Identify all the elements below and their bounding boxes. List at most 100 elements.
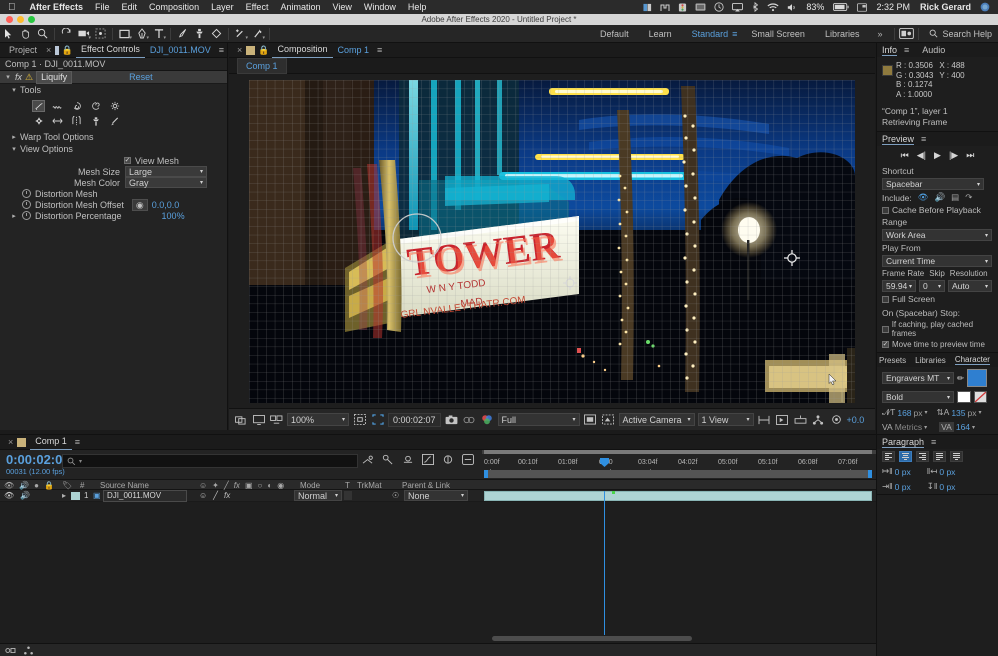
- tab-paragraph[interactable]: Paragraph: [882, 437, 925, 448]
- timeline-search-input[interactable]: ▾: [62, 454, 358, 468]
- user-name[interactable]: Rick Gerard: [920, 2, 971, 12]
- eyedropper-icon[interactable]: ✏: [957, 373, 964, 384]
- layer-fx-icon[interactable]: fx: [224, 491, 230, 500]
- effect-name[interactable]: Liquify: [36, 70, 73, 84]
- bloat-tool-icon[interactable]: [32, 115, 45, 127]
- pixel-aspect-icon[interactable]: [757, 412, 772, 427]
- twirl-counterclockwise-tool-icon[interactable]: [89, 100, 102, 112]
- kerning-chevron-down-icon[interactable]: ▾: [972, 424, 975, 431]
- twirl-clockwise-tool-icon[interactable]: [70, 100, 83, 112]
- leading-chevron-down-icon[interactable]: ▾: [979, 409, 982, 416]
- close-tab-icon[interactable]: ×: [42, 45, 55, 55]
- turbulence-tool-icon[interactable]: [51, 100, 64, 112]
- full-screen-checkbox[interactable]: [882, 295, 889, 303]
- menu-animation[interactable]: Animation: [274, 0, 326, 14]
- solo-switch-icon[interactable]: ●: [34, 481, 39, 490]
- snapshot-icon[interactable]: [444, 412, 459, 427]
- move-time-checkbox[interactable]: ✓: [882, 341, 889, 348]
- menu-layer[interactable]: Layer: [205, 0, 240, 14]
- font-style-dropdown[interactable]: Bold ▾: [882, 391, 954, 403]
- include-export-icon[interactable]: ↷: [965, 192, 972, 203]
- work-area-start-handle[interactable]: [484, 470, 488, 478]
- warp-tool-icon[interactable]: [32, 100, 45, 112]
- play-from-dropdown[interactable]: Current Time ▾: [882, 255, 992, 267]
- align-right-icon[interactable]: [916, 451, 929, 462]
- tab-info[interactable]: Info: [882, 45, 898, 56]
- bracket-icon[interactable]: [660, 3, 670, 12]
- channel-rgb-icon[interactable]: [480, 412, 495, 427]
- shape-tool-icon[interactable]: ▾: [116, 26, 133, 42]
- next-frame-icon[interactable]: |▶: [949, 150, 958, 161]
- stroke-color-swatch[interactable]: [957, 391, 971, 403]
- always-preview-icon[interactable]: [233, 412, 248, 427]
- wifi-icon[interactable]: [767, 2, 779, 12]
- zoom-tool-icon[interactable]: [34, 26, 51, 42]
- view-options-disclosure-icon[interactable]: ▾: [10, 145, 18, 153]
- indent-left-value[interactable]: 0 px: [895, 467, 911, 477]
- timeline-grid[interactable]: [482, 491, 876, 635]
- menu-edit[interactable]: Edit: [116, 0, 144, 14]
- tab-libraries[interactable]: Libraries: [915, 356, 946, 365]
- quality-icon[interactable]: ╱: [224, 481, 229, 490]
- view-options-header[interactable]: ▾ View Options: [0, 143, 227, 155]
- effect-controls-file-name[interactable]: DJI_0011.MOV: [145, 43, 216, 58]
- three-d-layer-icon[interactable]: ◉: [277, 481, 284, 490]
- skip-dropdown[interactable]: 0 ▾: [919, 280, 945, 292]
- composition-viewer[interactable]: TOWER TOWER W N Y TODD MAD GRL NVALLEYTH…: [229, 75, 875, 408]
- workspace-preview-icon[interactable]: [899, 28, 915, 39]
- tracking-chevron-down-icon[interactable]: ▾: [924, 424, 927, 431]
- viewer-timecode[interactable]: 0:00:02:07: [388, 412, 441, 427]
- collapse-transform-icon[interactable]: ✦: [212, 481, 219, 490]
- layer-parent-dropdown[interactable]: None ▾: [404, 490, 468, 501]
- puppet-pin-caret[interactable]: ▾: [262, 35, 265, 41]
- effect-disclosure-icon[interactable]: ▾: [4, 73, 12, 81]
- tab-effect-controls[interactable]: Effect Controls: [75, 42, 145, 58]
- menu-app-name[interactable]: After Effects: [24, 0, 90, 14]
- mesh-color-dropdown[interactable]: Gray ▾: [125, 177, 207, 188]
- workspace-libraries[interactable]: Libraries: [815, 29, 870, 39]
- effect-reset-button[interactable]: Reset: [129, 72, 153, 82]
- indent-right-value[interactable]: 0 px: [939, 467, 955, 477]
- lock-icon[interactable]: 🔒: [62, 45, 73, 56]
- composition-lock-icon[interactable]: 🔒: [258, 45, 269, 56]
- motion-blur-switch-icon[interactable]: ○: [258, 481, 263, 490]
- pen-tool-caret[interactable]: ▾: [146, 35, 149, 41]
- adjustment-layer-icon[interactable]: ◐: [267, 481, 272, 490]
- justify-last-center-icon[interactable]: [950, 451, 963, 462]
- justify-last-left-icon[interactable]: [933, 451, 946, 462]
- info-menu-icon[interactable]: ≡: [901, 45, 912, 55]
- previous-frame-icon[interactable]: ◀|: [917, 150, 926, 161]
- paragraph-menu-icon[interactable]: ≡: [928, 437, 939, 447]
- control-center-icon[interactable]: [857, 2, 868, 12]
- airplay-icon[interactable]: [732, 2, 744, 12]
- selection-tool-icon[interactable]: [0, 26, 17, 42]
- timeline-scroll-thumb[interactable]: [492, 636, 692, 641]
- fast-previews-icon[interactable]: [775, 412, 790, 427]
- clock-icon[interactable]: [714, 2, 725, 12]
- include-audio-icon[interactable]: 🔊: [935, 192, 946, 203]
- rotation-tool-icon[interactable]: [58, 26, 75, 42]
- reconstruction-tool-icon[interactable]: [108, 115, 121, 127]
- align-center-icon[interactable]: [899, 451, 912, 462]
- resolution-dropdown[interactable]: Full ▾: [497, 413, 580, 426]
- layer-source-name[interactable]: DJI_0011.MOV: [103, 490, 187, 502]
- eraser-tool-icon[interactable]: [208, 26, 225, 42]
- indent-first-value[interactable]: 0 px: [895, 482, 911, 492]
- text-tool-caret[interactable]: ▾: [163, 35, 166, 41]
- space-before-value[interactable]: 0 px: [939, 482, 955, 492]
- parent-pickwhip-icon[interactable]: ☉: [392, 491, 399, 500]
- last-frame-icon[interactable]: ⏭: [966, 150, 974, 161]
- colorsync-icon[interactable]: [678, 2, 687, 12]
- brush-tool-icon[interactable]: [174, 26, 191, 42]
- clone-stamp-tool-icon[interactable]: [191, 26, 208, 42]
- apple-menu-icon[interactable]: : [8, 2, 16, 13]
- auto-keyframe-icon[interactable]: [442, 454, 454, 465]
- multi-viewer-icon[interactable]: [269, 412, 284, 427]
- if-caching-checkbox[interactable]: [882, 325, 889, 333]
- screen-mirror-icon[interactable]: [695, 2, 706, 12]
- text-tool-icon[interactable]: ▾: [150, 26, 167, 42]
- layer-video-toggle-icon[interactable]: 👁: [4, 491, 14, 500]
- timeline-current-time[interactable]: 0:00:02:07: [6, 452, 70, 467]
- grid-guides-icon[interactable]: [352, 412, 367, 427]
- composition-name[interactable]: Comp 1: [333, 43, 375, 58]
